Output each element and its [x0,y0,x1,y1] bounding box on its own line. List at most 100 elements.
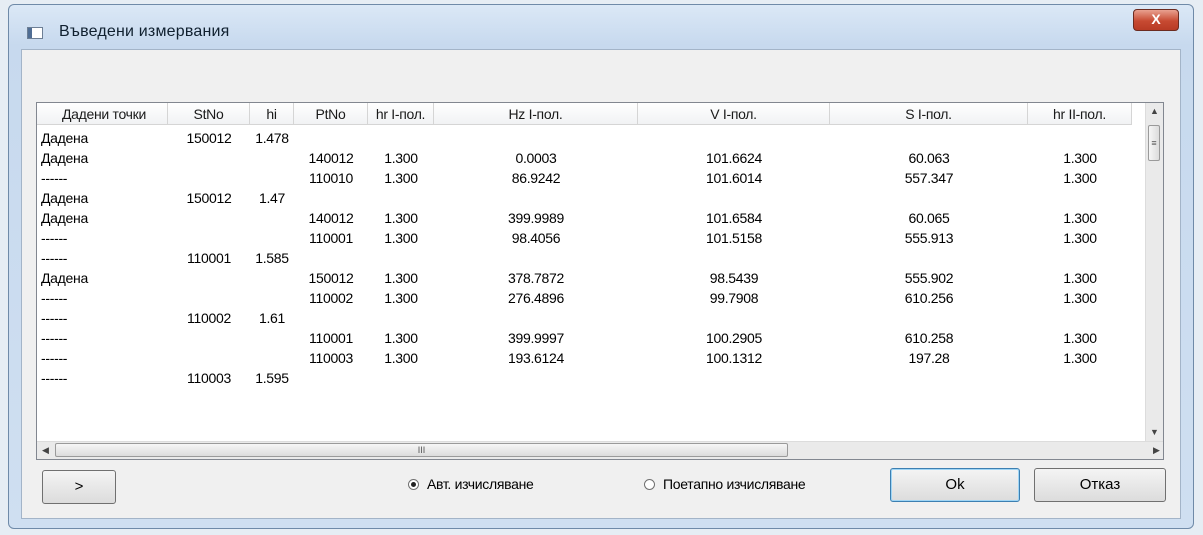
table-cell[interactable] [294,308,368,328]
vertical-scroll-thumb[interactable]: ≡ [1148,125,1160,161]
table-row[interactable]: Дадена 140012 1.300 399.9989 101.6584 60.065 1… [37,208,1132,228]
column-header[interactable]: Дадени точки [37,103,168,125]
table-cell[interactable]: ------ [37,308,168,328]
table-cell[interactable]: 0.0003 [434,148,638,168]
table-cell[interactable]: 60.065 [830,208,1028,228]
table-cell[interactable]: 610.256 [830,288,1028,308]
table-cell[interactable]: 1.300 [1028,288,1132,308]
table-cell[interactable] [638,368,830,388]
table-cell[interactable]: 555.902 [830,268,1028,288]
table-cell[interactable] [638,248,830,268]
table-cell[interactable] [250,268,294,288]
column-header[interactable]: StNo [168,103,250,125]
table-cell[interactable] [830,128,1028,148]
table-cell[interactable] [250,348,294,368]
table-row[interactable]: ------ 110001 1.300 98.4056 101.5158 555.913 1… [37,228,1132,248]
table-cell[interactable]: 99.7908 [638,288,830,308]
table-cell[interactable]: 110003 [294,348,368,368]
table-cell[interactable]: ------ [37,288,168,308]
table-row[interactable]: Дадена 150012 1.478 [37,128,1132,148]
radio-selected-icon[interactable] [408,478,419,490]
table-row[interactable]: ------ 110001 1.300 399.9997 100.2905 610.258… [37,328,1132,348]
table-cell[interactable] [1028,248,1132,268]
measurements-grid[interactable]: Дадени точки StNo hi PtNo hr I-пол. Hz I… [36,102,1164,460]
table-cell[interactable] [434,368,638,388]
table-cell[interactable]: ------ [37,168,168,188]
column-header[interactable]: PtNo [294,103,368,125]
table-cell[interactable] [830,188,1028,208]
column-header[interactable]: Hz I-пол. [434,103,638,125]
table-cell[interactable]: ------ [37,248,168,268]
scroll-right-arrow-icon[interactable]: ▶ [1148,442,1163,459]
table-cell[interactable] [294,128,368,148]
table-cell[interactable]: 86.9242 [434,168,638,188]
table-cell[interactable] [250,208,294,228]
column-header[interactable]: S I-пол. [830,103,1028,125]
table-cell[interactable] [434,248,638,268]
column-header[interactable]: hr II-пол. [1028,103,1132,125]
table-cell[interactable] [294,188,368,208]
table-cell[interactable]: Дадена [37,128,168,148]
table-cell[interactable]: 101.6624 [638,148,830,168]
table-cell[interactable]: Дадена [37,148,168,168]
table-cell[interactable]: 1.478 [250,128,294,148]
table-cell[interactable] [168,148,250,168]
table-row[interactable]: Дадена 150012 1.300 378.7872 98.5439 555.902 1… [37,268,1132,288]
table-cell[interactable]: Дадена [37,268,168,288]
table-cell[interactable]: 557.347 [830,168,1028,188]
table-cell[interactable] [434,128,638,148]
table-cell[interactable]: 101.5158 [638,228,830,248]
table-cell[interactable]: 98.4056 [434,228,638,248]
table-cell[interactable] [168,288,250,308]
table-cell[interactable]: 1.300 [368,168,434,188]
table-cell[interactable]: 555.913 [830,228,1028,248]
table-cell[interactable]: 1.300 [368,348,434,368]
table-cell[interactable]: 1.300 [368,228,434,248]
table-cell[interactable] [1028,308,1132,328]
table-cell[interactable]: 1.300 [1028,168,1132,188]
table-cell[interactable] [434,188,638,208]
table-cell[interactable]: 60.063 [830,148,1028,168]
table-cell[interactable]: 150012 [294,268,368,288]
table-cell[interactable]: 110002 [168,308,250,328]
table-cell[interactable] [368,188,434,208]
table-cell[interactable] [1028,188,1132,208]
table-cell[interactable] [168,228,250,248]
radio-unselected-icon[interactable] [644,478,655,490]
title-bar[interactable]: Въведени измервания X [9,5,1193,49]
close-button[interactable]: X [1133,9,1179,31]
table-cell[interactable]: 399.9997 [434,328,638,348]
table-cell[interactable]: 610.258 [830,328,1028,348]
table-row[interactable]: ------ 110001 1.585 [37,248,1132,268]
horizontal-scroll-thumb[interactable]: III [55,443,788,457]
table-cell[interactable]: 140012 [294,148,368,168]
table-cell[interactable] [368,368,434,388]
table-cell[interactable]: 150012 [168,188,250,208]
table-cell[interactable]: 101.6584 [638,208,830,228]
table-cell[interactable]: ------ [37,348,168,368]
table-cell[interactable]: 1.61 [250,308,294,328]
table-cell[interactable]: ------ [37,368,168,388]
table-cell[interactable]: 276.4896 [434,288,638,308]
table-cell[interactable]: 1.585 [250,248,294,268]
table-cell[interactable]: 110002 [294,288,368,308]
radio-auto-calculation[interactable]: Авт. изчисляване [408,476,534,492]
table-cell[interactable] [368,128,434,148]
table-cell[interactable]: 1.300 [1028,208,1132,228]
table-cell[interactable]: 1.300 [1028,348,1132,368]
table-cell[interactable] [1028,128,1132,148]
table-cell[interactable]: 110001 [294,328,368,348]
table-cell[interactable] [168,208,250,228]
radio-step-calculation[interactable]: Поетапно изчисляване [644,476,806,492]
table-row[interactable]: ------ 110002 1.61 [37,308,1132,328]
table-cell[interactable]: 101.6014 [638,168,830,188]
table-row[interactable]: ------ 110002 1.300 276.4896 99.7908 610.256 1… [37,288,1132,308]
table-cell[interactable]: 150012 [168,128,250,148]
next-button[interactable]: > [42,470,116,504]
table-cell[interactable] [638,188,830,208]
table-cell[interactable] [250,148,294,168]
scroll-up-arrow-icon[interactable]: ▲ [1146,103,1163,120]
table-cell[interactable]: 1.300 [1028,268,1132,288]
table-row[interactable]: ------ 110003 1.595 [37,368,1132,388]
table-cell[interactable]: 98.5439 [638,268,830,288]
